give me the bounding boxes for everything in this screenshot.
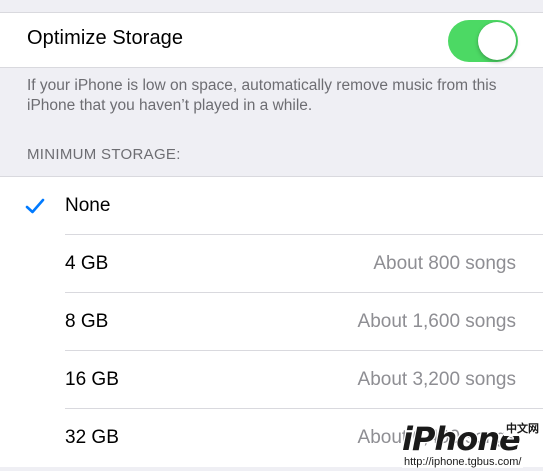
- storage-option-label: 4 GB: [65, 253, 109, 274]
- optimize-storage-cell: Optimize Storage: [0, 12, 543, 68]
- top-spacer: [0, 0, 543, 12]
- storage-option-none[interactable]: None: [0, 177, 543, 235]
- storage-option-label: None: [65, 195, 111, 216]
- storage-option-detail: About 3,200 songs: [357, 369, 516, 390]
- watermark-logo: iPhone: [402, 420, 521, 458]
- storage-option-label: 32 GB: [65, 427, 119, 448]
- site-watermark: iPhone 中文网 http://iphone.tgbus.com/: [398, 420, 543, 471]
- optimize-storage-toggle[interactable]: [448, 20, 518, 62]
- checkmark-icon: [25, 198, 45, 214]
- storage-option-label: 16 GB: [65, 369, 119, 390]
- storage-option-16gb[interactable]: 16 GB About 3,200 songs: [0, 351, 543, 409]
- storage-option-detail: About 1,600 songs: [357, 311, 516, 332]
- optimize-storage-label: Optimize Storage: [27, 27, 184, 49]
- storage-option-detail: About 800 songs: [373, 253, 516, 274]
- storage-option-label: 8 GB: [65, 311, 109, 332]
- optimize-storage-description: If your iPhone is low on space, automati…: [27, 77, 497, 114]
- storage-option-4gb[interactable]: 4 GB About 800 songs: [0, 235, 543, 293]
- watermark-url: http://iphone.tgbus.com/: [402, 456, 524, 468]
- minimum-storage-header: MINIMUM STORAGE:: [27, 146, 181, 163]
- watermark-cn-label: 中文网: [504, 420, 541, 436]
- storage-option-8gb[interactable]: 8 GB About 1,600 songs: [0, 293, 543, 351]
- toggle-knob[interactable]: [478, 22, 516, 60]
